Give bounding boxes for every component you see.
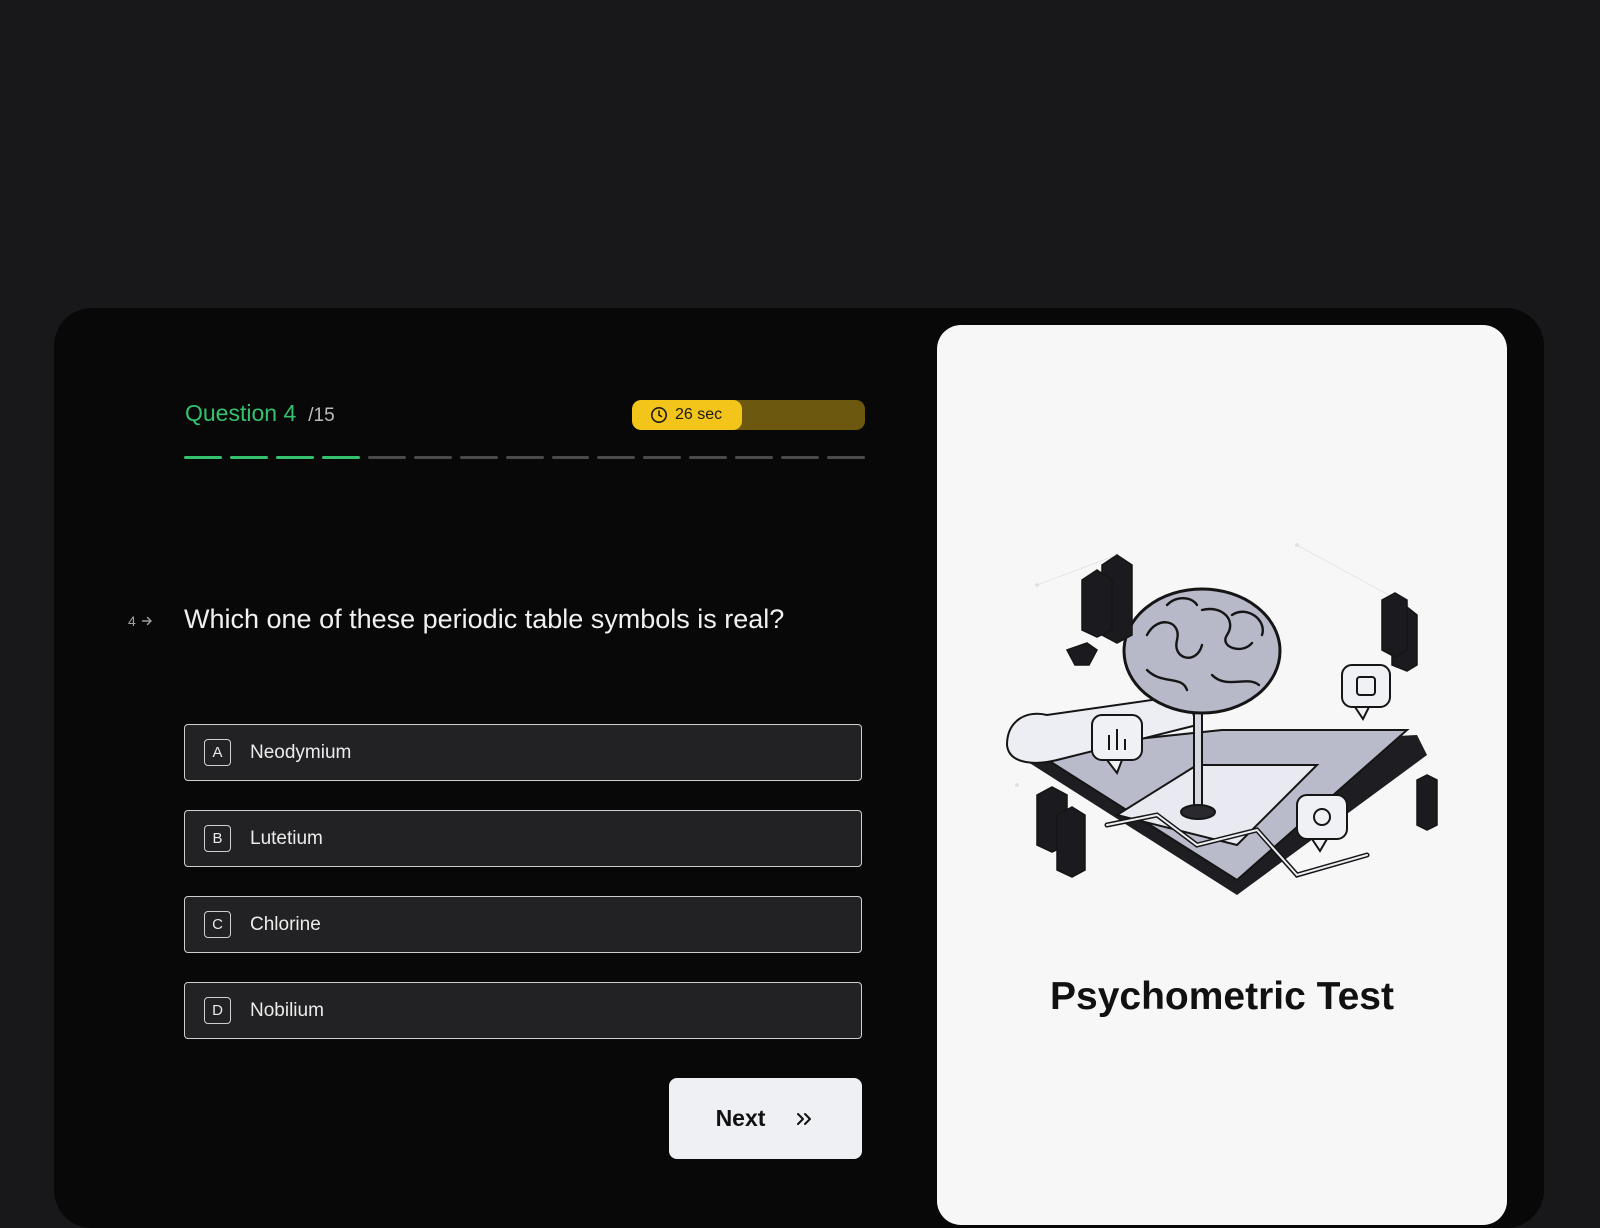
progress-segment <box>413 456 452 459</box>
progress-segment <box>321 456 360 459</box>
progress-segment <box>367 456 406 459</box>
arrow-right-icon <box>141 616 152 626</box>
double-chevron-right-icon <box>797 1112 812 1125</box>
info-panel: Psychometric Test <box>937 325 1507 1225</box>
question-label: Question 4 <box>185 400 297 426</box>
question-number: 4 <box>128 613 153 629</box>
answer-option-b[interactable]: B Lutetium <box>184 810 862 867</box>
answer-label: Chlorine <box>250 913 321 935</box>
progress-segment <box>643 456 682 459</box>
progress-segment <box>735 456 774 459</box>
progress-segment <box>459 456 498 459</box>
question-header: Question 4 /15 <box>185 400 335 427</box>
progress-segment <box>827 456 866 459</box>
progress-segment <box>597 456 636 459</box>
answer-label: Nobilium <box>250 999 324 1021</box>
progress-segments <box>184 456 866 459</box>
progress-segment <box>229 456 268 459</box>
answer-key: D <box>204 997 231 1024</box>
answer-option-a[interactable]: A Neodymium <box>184 724 862 781</box>
progress-segment <box>184 456 222 459</box>
panel-title: Psychometric Test <box>1050 975 1394 1018</box>
answer-key: B <box>204 825 231 852</box>
answer-option-d[interactable]: D Nobilium <box>184 982 862 1039</box>
answer-key: C <box>204 911 231 938</box>
progress-segment <box>689 456 728 459</box>
answer-label: Lutetium <box>250 827 323 849</box>
answer-option-c[interactable]: C Chlorine <box>184 896 862 953</box>
progress-segment <box>505 456 544 459</box>
question-text: Which one of these periodic table symbol… <box>184 604 785 634</box>
clock-icon <box>651 407 667 423</box>
next-button[interactable]: Next <box>669 1078 862 1159</box>
timer-bar: 26 sec <box>632 400 865 430</box>
answer-label: Neodymium <box>250 741 352 763</box>
question-total: /15 <box>308 405 335 426</box>
timer-text: 26 sec <box>675 406 723 423</box>
progress-segment <box>275 456 314 459</box>
progress-segment <box>781 456 820 459</box>
next-button-label: Next <box>715 1105 766 1131</box>
question-number-text: 4 <box>128 613 136 629</box>
timer-fill: 26 sec <box>632 400 742 430</box>
answer-key: A <box>204 739 231 766</box>
progress-segment <box>551 456 590 459</box>
brain-circuit-illustration <box>1005 543 1438 895</box>
